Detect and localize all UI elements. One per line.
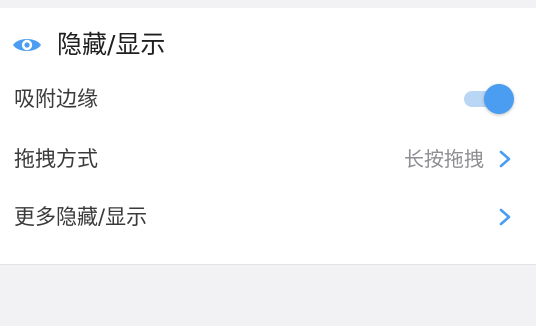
section-header: 隐藏/显示 [0, 22, 536, 68]
chevron-right-icon [499, 150, 511, 168]
eye-icon [13, 39, 41, 51]
snap-edge-toggle[interactable] [464, 84, 516, 114]
more-hide-show-row[interactable]: 更多隐藏/显示 [0, 188, 536, 246]
more-hide-show-label: 更多隐藏/显示 [14, 205, 148, 229]
chevron-right-icon [499, 208, 511, 226]
top-strip [0, 0, 536, 8]
drag-mode-row[interactable]: 拖拽方式 长按拖拽 [0, 130, 536, 188]
drag-mode-label: 拖拽方式 [14, 147, 98, 171]
settings-card: 隐藏/显示 吸附边缘 拖拽方式 长按拖拽 更多隐藏/显示 [0, 8, 536, 265]
toggle-knob [484, 84, 514, 114]
drag-mode-value: 长按拖拽 [404, 147, 484, 171]
section-title: 隐藏/显示 [57, 30, 166, 59]
snap-edge-row[interactable]: 吸附边缘 [0, 70, 536, 128]
snap-edge-label: 吸附边缘 [14, 87, 98, 111]
